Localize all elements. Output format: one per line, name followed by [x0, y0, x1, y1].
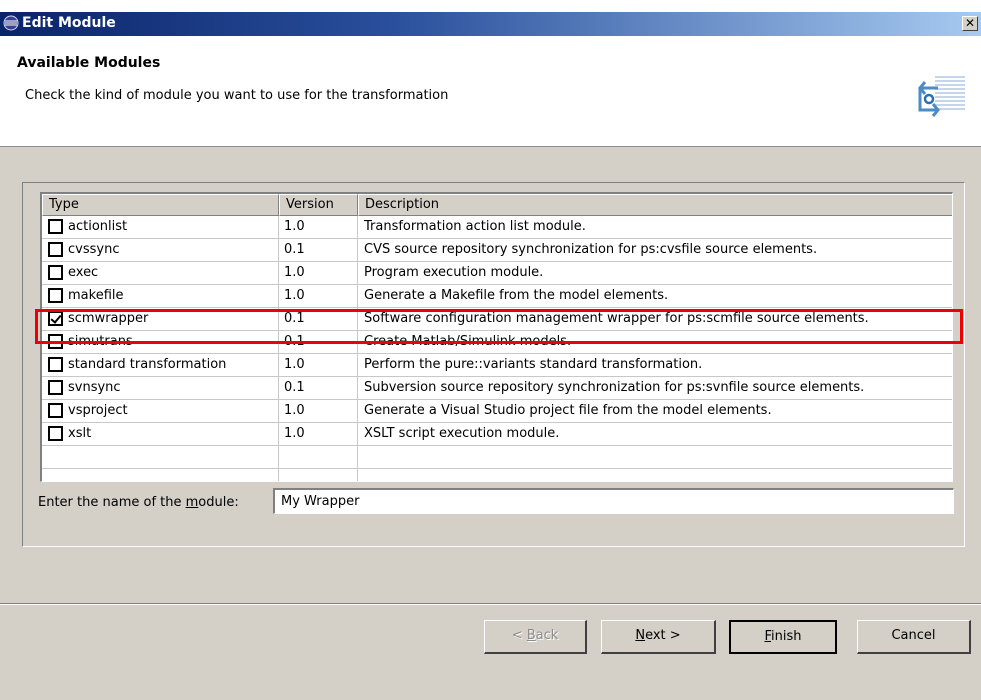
table-header: Type Version Description [42, 194, 952, 216]
column-header-description[interactable]: Description [358, 194, 952, 216]
description-cell: Create Matlab/Simulink models. [364, 334, 572, 349]
module-checkbox[interactable] [48, 311, 63, 326]
type-label: exec [68, 265, 99, 280]
version-cell: 1.0 [284, 288, 305, 303]
type-cell: actionlist [42, 216, 278, 238]
description-cell: XSLT script execution module. [364, 426, 560, 441]
type-label: cvssync [68, 242, 120, 257]
table-row-selected[interactable]: scmwrapper 0.1 Software configuration ma… [42, 308, 952, 331]
module-checkbox[interactable] [48, 380, 63, 395]
module-checkbox[interactable] [48, 334, 63, 349]
table-row[interactable]: simutrans 0.1 Create Matlab/Simulink mod… [42, 331, 952, 354]
description-cell: Perform the pure::variants standard tran… [364, 357, 703, 372]
next-button[interactable]: Next > [601, 620, 716, 654]
description-cell: Subversion source repository synchroniza… [364, 380, 865, 395]
module-name-input[interactable] [273, 488, 954, 514]
module-name-label: Enter the name of the module: [38, 495, 239, 510]
module-checkbox[interactable] [48, 242, 63, 257]
finish-button[interactable]: Finish [729, 620, 837, 654]
module-checkbox[interactable] [48, 357, 63, 372]
description-cell: Transformation action list module. [364, 219, 586, 234]
window-title: Edit Module [22, 15, 116, 31]
module-checkbox[interactable] [48, 403, 63, 418]
type-cell: scmwrapper [42, 308, 278, 330]
wizard-refresh-icon [918, 76, 965, 117]
module-checkbox[interactable] [48, 426, 63, 441]
type-cell: cvssync [42, 239, 278, 261]
page-description: Check the kind of module you want to use… [25, 88, 449, 103]
table-row[interactable]: cvssync 0.1 CVS source repository synchr… [42, 239, 952, 262]
module-checkbox[interactable] [48, 288, 63, 303]
eclipse-app-icon [3, 15, 19, 31]
wizard-header: Available Modules Check the kind of modu… [0, 36, 981, 147]
table-row[interactable]: xslt 1.0 XSLT script execution module. [42, 423, 952, 446]
back-button[interactable]: < Back [484, 620, 587, 654]
page-title: Available Modules [17, 55, 161, 71]
type-cell: simutrans [42, 331, 278, 353]
version-cell: 1.0 [284, 219, 305, 234]
version-cell: 0.1 [284, 242, 305, 257]
type-label: vsproject [68, 403, 128, 418]
module-checkbox[interactable] [48, 265, 63, 280]
table-row[interactable]: exec 1.0 Program execution module. [42, 262, 952, 285]
module-group: Type Version Description actionlist 1.0 … [22, 182, 965, 547]
description-cell: CVS source repository synchronization fo… [364, 242, 818, 257]
type-cell: xslt [42, 423, 278, 445]
version-cell: 1.0 [284, 357, 305, 372]
module-table[interactable]: Type Version Description actionlist 1.0 … [40, 192, 953, 482]
table-row[interactable]: vsproject 1.0 Generate a Visual Studio p… [42, 400, 952, 423]
title-bar: Edit Module ✕ [0, 12, 981, 36]
type-cell: svnsync [42, 377, 278, 399]
type-label: actionlist [68, 219, 128, 234]
table-row[interactable]: svnsync 0.1 Subversion source repository… [42, 377, 952, 400]
close-icon: ✕ [964, 16, 976, 30]
type-label: svnsync [68, 380, 121, 395]
type-label: makefile [68, 288, 124, 303]
table-row[interactable]: standard transformation 1.0 Perform the … [42, 354, 952, 377]
type-label: standard transformation [68, 357, 227, 372]
table-row-empty [42, 446, 952, 469]
version-cell: 1.0 [284, 265, 305, 280]
version-cell: 0.1 [284, 311, 305, 326]
module-checkbox[interactable] [48, 219, 63, 234]
type-cell: makefile [42, 285, 278, 307]
description-cell: Generate a Makefile from the model eleme… [364, 288, 669, 303]
table-row[interactable]: actionlist 1.0 Transformation action lis… [42, 216, 952, 239]
wizard-body: Type Version Description actionlist 1.0 … [0, 147, 981, 700]
version-cell: 0.1 [284, 334, 305, 349]
description-cell: Generate a Visual Studio project file fr… [364, 403, 772, 418]
description-cell: Program execution module. [364, 265, 544, 280]
type-label: xslt [68, 426, 92, 441]
cancel-button[interactable]: Cancel [857, 620, 971, 654]
version-cell: 1.0 [284, 403, 305, 418]
table-body: actionlist 1.0 Transformation action lis… [42, 216, 952, 469]
type-cell: exec [42, 262, 278, 284]
button-bar-separator [0, 603, 981, 605]
type-cell: standard transformation [42, 354, 278, 376]
column-header-type[interactable]: Type [42, 194, 279, 216]
type-label: simutrans [68, 334, 133, 349]
close-button[interactable]: ✕ [962, 16, 978, 31]
description-cell: Software configuration management wrappe… [364, 311, 869, 326]
table-row[interactable]: makefile 1.0 Generate a Makefile from th… [42, 285, 952, 308]
type-cell: vsproject [42, 400, 278, 422]
column-header-version[interactable]: Version [279, 194, 358, 216]
version-cell: 1.0 [284, 426, 305, 441]
version-cell: 0.1 [284, 380, 305, 395]
type-label: scmwrapper [68, 311, 149, 326]
